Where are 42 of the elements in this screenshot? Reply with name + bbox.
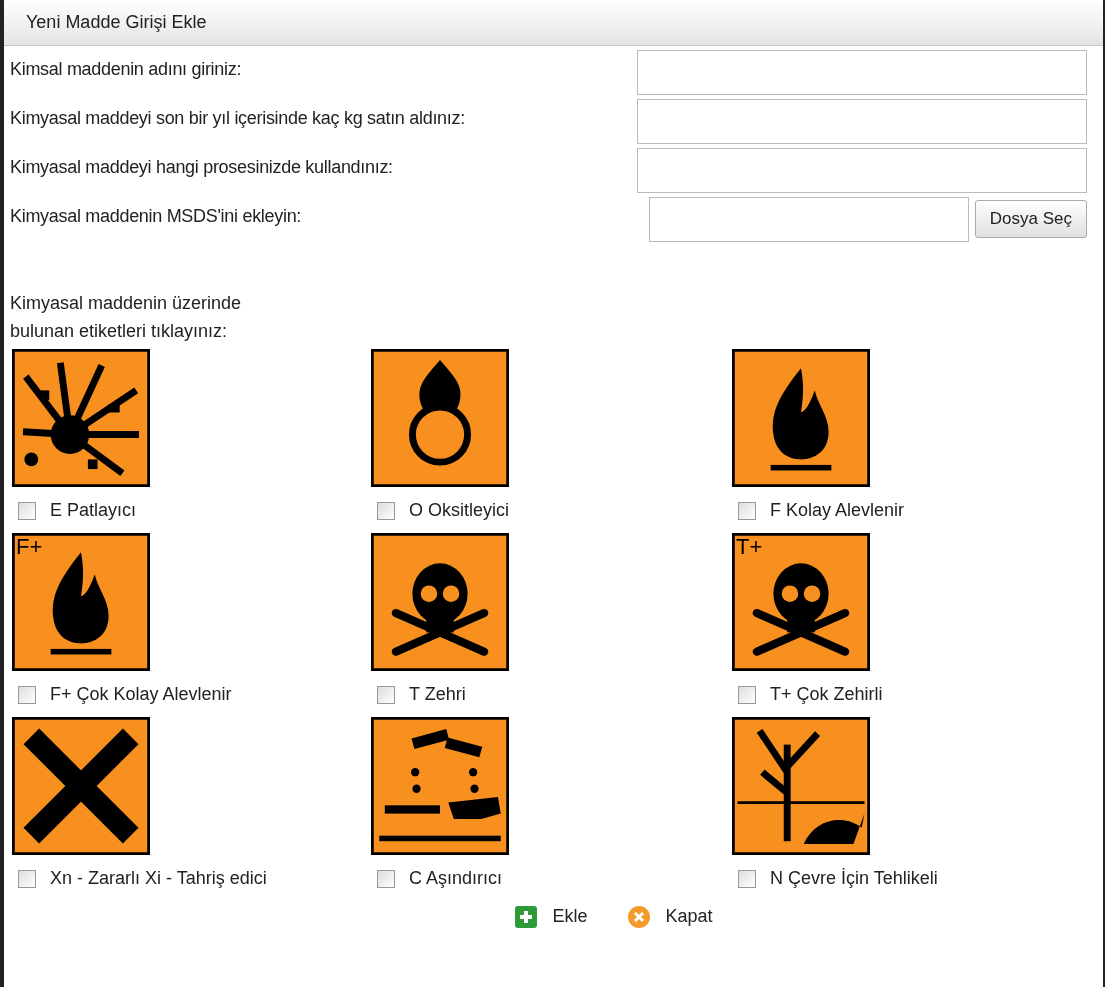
skull-crossbones-icon [732, 533, 870, 671]
checkbox[interactable] [377, 685, 395, 704]
checkbox-label: C Aşındırıcı [409, 867, 503, 890]
checkbox[interactable] [738, 501, 756, 520]
field-label: Kimyasal maddeyi son bir yıl içerisinde kaç kg satın aldınız: [10, 107, 465, 130]
dead-tree-and-fish-icon [732, 717, 870, 855]
input-field[interactable] [637, 148, 1087, 193]
checkbox-label: F+ Çok Kolay Alevlenir [50, 683, 232, 706]
checkbox-label: E Patlayıcı [50, 499, 137, 522]
field-label: Kimsal maddenin adını giriniz: [10, 58, 242, 81]
plus-icon [514, 904, 539, 929]
field-label: Kimyasal maddenin MSDS'ini ekleyin: [10, 205, 302, 228]
explosion-icon [12, 349, 150, 487]
pictogram-mark: T+ [736, 535, 763, 559]
corrosive-icon [371, 717, 509, 855]
checkbox[interactable] [738, 685, 756, 704]
checkbox-label: Xn - Zararlı Xi - Tahriş edici [50, 867, 267, 890]
checkbox[interactable] [738, 869, 756, 888]
checkbox-label: O Oksitleyici [409, 499, 509, 522]
flame-icon [732, 349, 870, 487]
flame-icon [12, 533, 150, 671]
close-button[interactable]: Kapat [627, 903, 713, 930]
pictogram-mark: F+ [16, 535, 43, 559]
checkbox-label: T Zehri [409, 683, 466, 706]
close-icon [627, 904, 652, 929]
labels-prompt: Kimyasal maddenin üzerinde bulunan etiketleri tıklayınız: [10, 292, 243, 343]
file-path-field[interactable] [648, 197, 969, 242]
checkbox[interactable] [18, 869, 36, 888]
add-button[interactable]: Ekle [514, 903, 588, 930]
skull-crossbones-icon [371, 533, 509, 671]
cross-icon [12, 717, 150, 855]
choose-file-button[interactable]: Dosya Seç [974, 200, 1087, 238]
field-label: Kimyasal maddeyi hangi prosesinizde kullandınız: [10, 156, 393, 179]
checkbox[interactable] [18, 501, 36, 520]
checkbox[interactable] [18, 685, 36, 704]
input-field[interactable] [637, 99, 1087, 144]
checkbox[interactable] [377, 501, 395, 520]
checkbox[interactable] [377, 869, 395, 888]
checkbox-label: T+ Çok Zehirli [770, 683, 883, 706]
checkbox-label: F Kolay Alevlenir [770, 499, 905, 522]
checkbox-label: N Çevre İçin Tehlikeli [770, 867, 938, 890]
input-field[interactable] [637, 50, 1087, 95]
